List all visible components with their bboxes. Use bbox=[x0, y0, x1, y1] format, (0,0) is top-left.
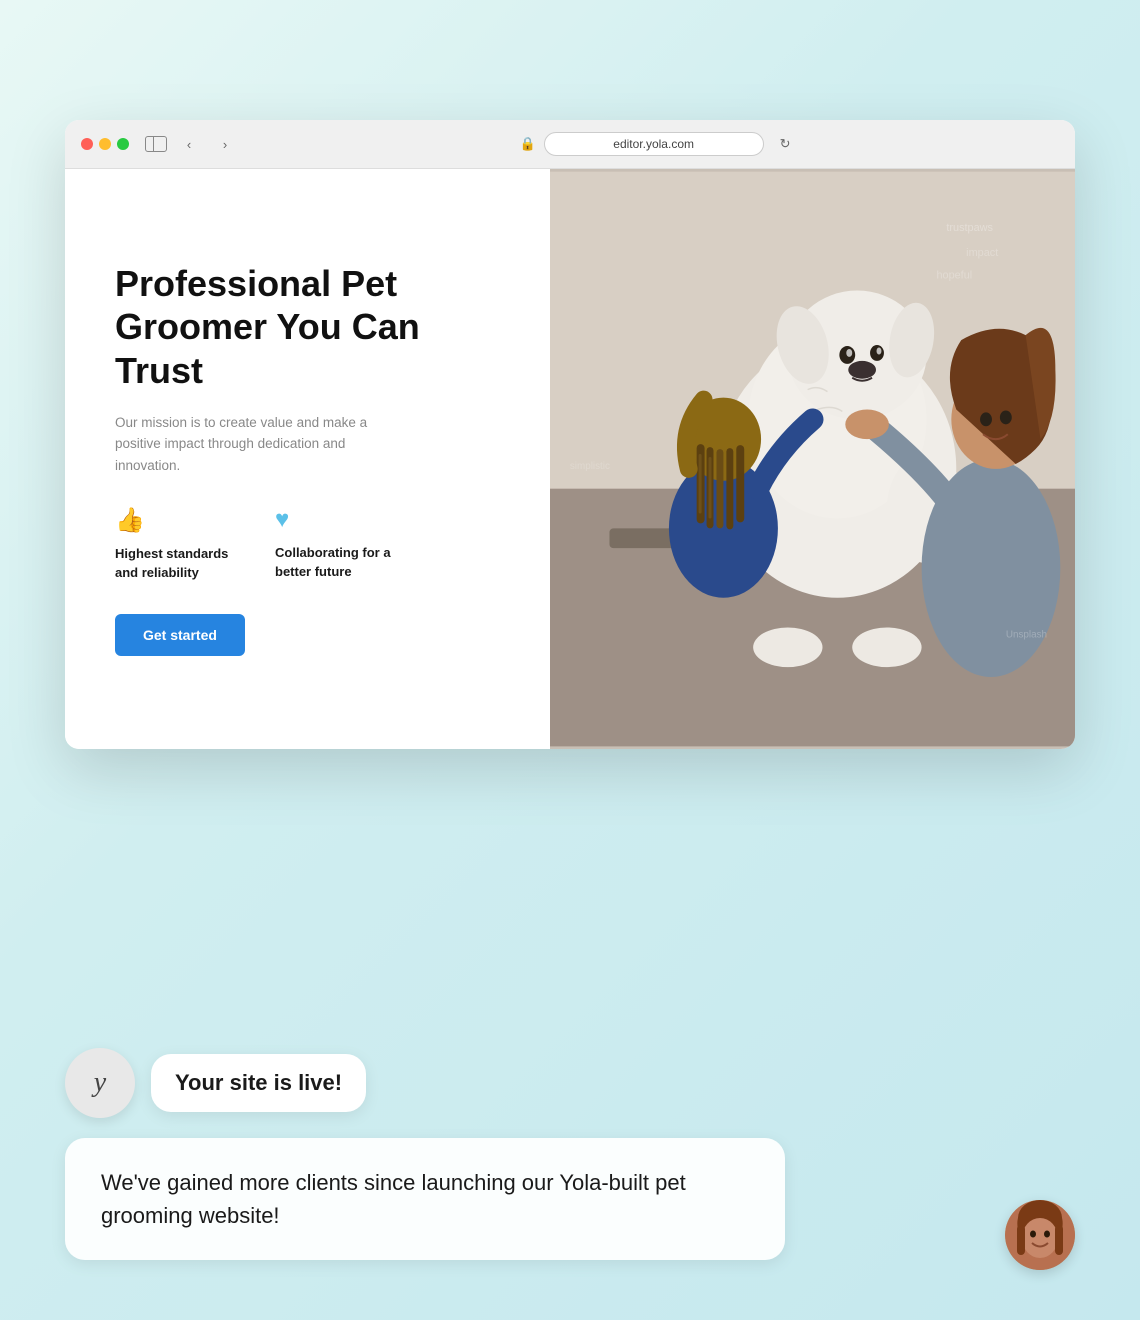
hero-title: Professional Pet Groomer You Can Trust bbox=[115, 262, 500, 392]
security-icon: 🔒 bbox=[519, 136, 535, 152]
feature-label-collaborate: Collaborating for a better future bbox=[275, 544, 395, 580]
notification-text: Your site is live! bbox=[175, 1070, 342, 1095]
address-bar[interactable]: editor.yola.com bbox=[544, 132, 764, 156]
thumbsup-icon: 👍 bbox=[115, 506, 235, 535]
yola-avatar: y bbox=[65, 1048, 135, 1118]
feature-item-collaborate: ♥ Collaborating for a better future bbox=[275, 506, 395, 581]
feature-icons: 👍 Highest standards and reliability ♥ Co… bbox=[115, 506, 500, 581]
traffic-lights bbox=[81, 138, 129, 150]
website-hero-image: trustpaws impact hopeful simplistic Unsp… bbox=[550, 169, 1075, 749]
hero-subtitle: Our mission is to create value and make … bbox=[115, 412, 395, 477]
url-text: editor.yola.com bbox=[613, 137, 694, 151]
website-content: Professional Pet Groomer You Can Trust O… bbox=[65, 169, 1075, 749]
feature-item-standards: 👍 Highest standards and reliability bbox=[115, 506, 235, 581]
browser-window: ‹ › 🔒 editor.yola.com ↻ Professional Pet… bbox=[65, 120, 1075, 749]
minimize-button[interactable] bbox=[99, 138, 111, 150]
testimonial-bubble: We've gained more clients since launchin… bbox=[65, 1138, 785, 1260]
back-button[interactable]: ‹ bbox=[175, 134, 203, 154]
close-button[interactable] bbox=[81, 138, 93, 150]
chat-area: y Your site is live! We've gained more c… bbox=[65, 1048, 1075, 1260]
address-bar-wrapper: 🔒 editor.yola.com ↻ bbox=[251, 132, 1059, 156]
svg-text:simplistic: simplistic bbox=[570, 461, 610, 472]
svg-text:hopeful: hopeful bbox=[936, 270, 972, 282]
testimonial-text: We've gained more clients since launchin… bbox=[101, 1166, 749, 1232]
svg-text:impact: impact bbox=[966, 247, 998, 259]
svg-text:Unsplash: Unsplash bbox=[1006, 629, 1047, 640]
sidebar-toggle-button[interactable] bbox=[145, 136, 167, 152]
reload-button[interactable]: ↻ bbox=[780, 136, 791, 152]
user-avatar bbox=[1005, 1200, 1075, 1270]
user-avatar-image bbox=[1005, 1200, 1075, 1270]
feature-label-standards: Highest standards and reliability bbox=[115, 545, 235, 581]
svg-text:trustpaws: trustpaws bbox=[946, 222, 993, 234]
site-live-notification: y Your site is live! bbox=[65, 1048, 1075, 1118]
browser-controls: ‹ › bbox=[145, 134, 239, 154]
testimonial-row: We've gained more clients since launchin… bbox=[65, 1138, 1075, 1260]
browser-chrome: ‹ › 🔒 editor.yola.com ↻ bbox=[65, 120, 1075, 169]
website-left-panel: Professional Pet Groomer You Can Trust O… bbox=[65, 169, 550, 749]
notification-bubble: Your site is live! bbox=[151, 1054, 366, 1112]
heart-icon: ♥ bbox=[275, 506, 395, 534]
hero-illustration: trustpaws impact hopeful simplistic Unsp… bbox=[550, 169, 1075, 749]
forward-button[interactable]: › bbox=[211, 134, 239, 154]
maximize-button[interactable] bbox=[117, 138, 129, 150]
get-started-button[interactable]: Get started bbox=[115, 614, 245, 656]
